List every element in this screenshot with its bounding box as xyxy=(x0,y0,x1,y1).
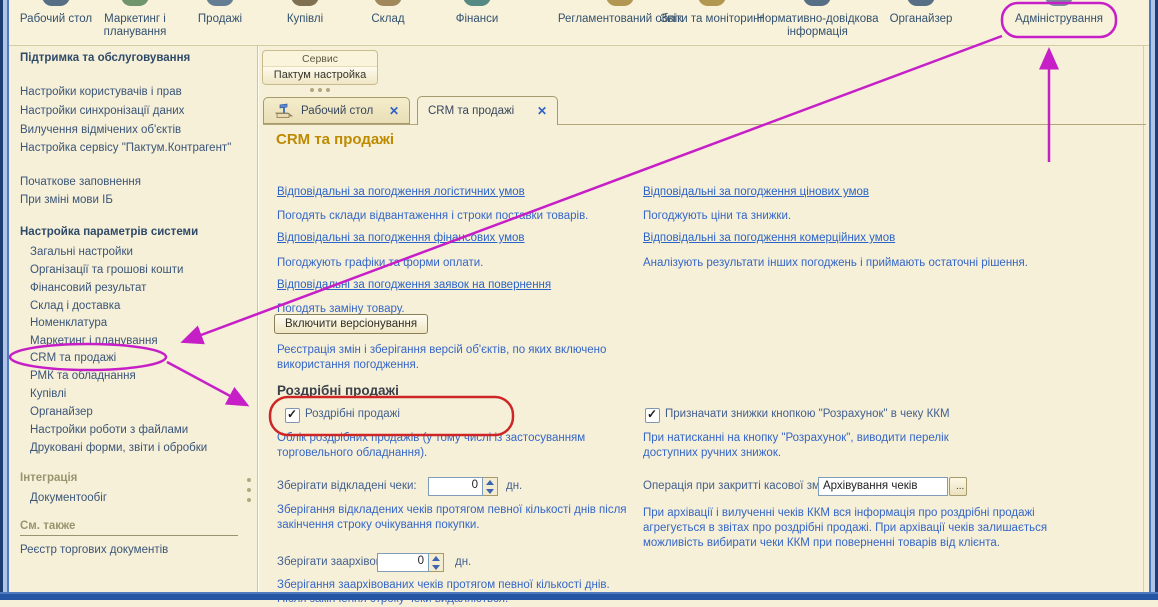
link-commercial-approvers[interactable]: Відповідальні за погодження комерційних … xyxy=(643,232,895,244)
sidebar-item-crm-sales[interactable]: CRM та продажі xyxy=(30,352,116,364)
page-title: CRM та продажі xyxy=(276,131,394,148)
nav-warehouse[interactable]: Склад xyxy=(353,13,423,26)
archived-receipts-desc: Зберігання заархівованих чеків протягом … xyxy=(277,578,697,593)
cash-close-input[interactable]: Архівування чеків xyxy=(818,477,948,496)
deferred-receipts-stepper[interactable] xyxy=(483,477,498,496)
sidebar-item-print-forms[interactable]: Друковані форми, звіти і обробки xyxy=(30,442,207,454)
panel-grip[interactable] xyxy=(310,88,314,92)
sidebar-item-financial-result[interactable]: Фінансовий результат xyxy=(30,282,146,294)
sidebar-item-trade-documents-register[interactable]: Реєстр торгових документів xyxy=(20,544,168,556)
archived-unit-label: дн. xyxy=(455,556,471,568)
nav-administration[interactable]: Адміністрування xyxy=(1000,13,1118,26)
paktum-settings-button[interactable]: Пактум настройка xyxy=(263,67,377,84)
tab-label: CRM та продажі xyxy=(428,105,514,117)
annotation-arrow-to-retail xyxy=(167,362,245,404)
assign-discounts-label: Призначати знижки кнопкою "Розрахунок" в… xyxy=(665,408,950,420)
archived-receipts-input[interactable]: 0 xyxy=(377,553,429,572)
sidebar-section-integration-title: Інтеграція xyxy=(20,472,77,484)
link-logistics-approvers[interactable]: Відповідальні за погодження логістичних … xyxy=(277,186,525,198)
close-icon[interactable]: ✕ xyxy=(537,104,547,118)
sidebar-item-organizer[interactable]: Органайзер xyxy=(30,406,93,418)
service-command-group: Сервис Пактум настройка xyxy=(262,50,378,85)
sidebar-item-ib-language[interactable]: При зміні мови ІБ xyxy=(20,194,113,206)
sidebar-item-user-settings[interactable]: Настройки користувачів і прав xyxy=(20,86,182,98)
sidebar-item-rmk-equipment[interactable]: РМК та обладнання xyxy=(30,370,136,382)
link-price-approvers[interactable]: Відповідальні за погодження цінових умов xyxy=(643,186,869,198)
deferred-unit-label: дн. xyxy=(506,480,522,492)
sidebar-item-marketing-planning[interactable]: Маркетинг і планування xyxy=(30,335,158,347)
retail-sales-checkbox-label: Роздрібні продажі xyxy=(305,408,400,420)
splitter-grip[interactable] xyxy=(247,478,251,482)
cash-close-choose-button[interactable]: ... xyxy=(949,477,967,496)
desc-financial: Погоджують графіки та форми оплати. xyxy=(277,256,677,271)
tab-crm-sales[interactable]: CRM та продажі ✕ xyxy=(417,96,558,125)
sidebar-item-initial-fill[interactable]: Початкове заповнення xyxy=(20,176,141,188)
desc-commercial: Аналізують результати інших погоджень і … xyxy=(643,256,1098,271)
deferred-receipts-desc: Зберігання відкладених чеків протягом пе… xyxy=(277,503,677,533)
sidebar-item-purchases[interactable]: Купівлі xyxy=(30,388,66,400)
cash-close-label: Операція при закритті касової зміни: xyxy=(643,480,838,492)
nav-finance[interactable]: Фінанси xyxy=(437,13,517,26)
sidebar-item-paktum-service[interactable]: Настройка сервісу "Пактум.Контрагент" xyxy=(20,142,231,154)
enable-versioning-button[interactable]: Включити версіонування xyxy=(274,314,428,334)
sidebar-item-warehouse-delivery[interactable]: Склад і доставка xyxy=(30,300,120,312)
tab-label: Рабочий стол xyxy=(301,105,373,117)
nav-marketing[interactable]: Маркетинг і планування xyxy=(80,13,190,39)
deferred-receipts-input[interactable]: 0 xyxy=(428,477,483,496)
cash-close-desc: При архівації і вилученні чеків ККМ вся … xyxy=(643,506,1078,551)
nav-organizer[interactable]: Органайзер xyxy=(871,13,971,26)
link-financial-approvers[interactable]: Відповідальні за погодження фінансових у… xyxy=(277,232,525,244)
versioning-desc: Реєстрація змін і зберігання версій об'є… xyxy=(277,343,652,373)
desc-price: Погоджують ціни та знижки. xyxy=(643,209,1113,224)
link-returns-approvers[interactable]: Відповідальні за погодження заявок на по… xyxy=(277,279,551,291)
sidebar-section-see-also-title: См. также xyxy=(20,520,238,536)
sidebar-item-sync-settings[interactable]: Настройки синхронізації даних xyxy=(20,105,184,117)
service-group-label: Сервис xyxy=(263,51,377,67)
desktop-icon xyxy=(274,103,294,119)
tab-desktop[interactable]: Рабочий стол ✕ xyxy=(263,97,410,124)
sidebar-item-document-flow[interactable]: Документообіг xyxy=(30,492,107,504)
assign-discounts-checkbox[interactable] xyxy=(645,408,660,423)
nav-sales[interactable]: Продажі xyxy=(180,13,260,26)
deferred-receipts-label: Зберігати відкладені чеки: xyxy=(277,480,417,492)
retail-section-header: Роздрібні продажі xyxy=(277,383,399,398)
retail-sales-checkbox[interactable] xyxy=(285,408,300,423)
close-icon[interactable]: ✕ xyxy=(389,104,399,118)
sidebar-item-organizations[interactable]: Організації та грошові кошти xyxy=(30,264,183,276)
assign-discounts-desc: При натисканні на кнопку "Розрахунок", в… xyxy=(643,431,983,461)
desc-logistics: Погодять склади відвантаження і строки п… xyxy=(277,209,677,224)
nav-purchases[interactable]: Купівлі xyxy=(265,13,345,26)
sidebar-item-deletion[interactable]: Вилучення відмічених об'єктів xyxy=(20,124,181,136)
sidebar-item-nomenclature[interactable]: Номенклатура xyxy=(30,317,107,329)
sidebar-section-system-params-title: Настройка параметрів системи xyxy=(20,226,198,238)
sidebar-item-file-settings[interactable]: Настройки роботи з файлами xyxy=(30,424,188,436)
retail-sales-desc: Облік роздрібних продажів (у тому числі … xyxy=(277,431,637,461)
sidebar-section-support-title: Підтримка та обслуговування xyxy=(20,52,190,64)
archived-receipts-stepper[interactable] xyxy=(429,553,444,572)
sidebar-item-general[interactable]: Загальні настройки xyxy=(30,246,133,258)
